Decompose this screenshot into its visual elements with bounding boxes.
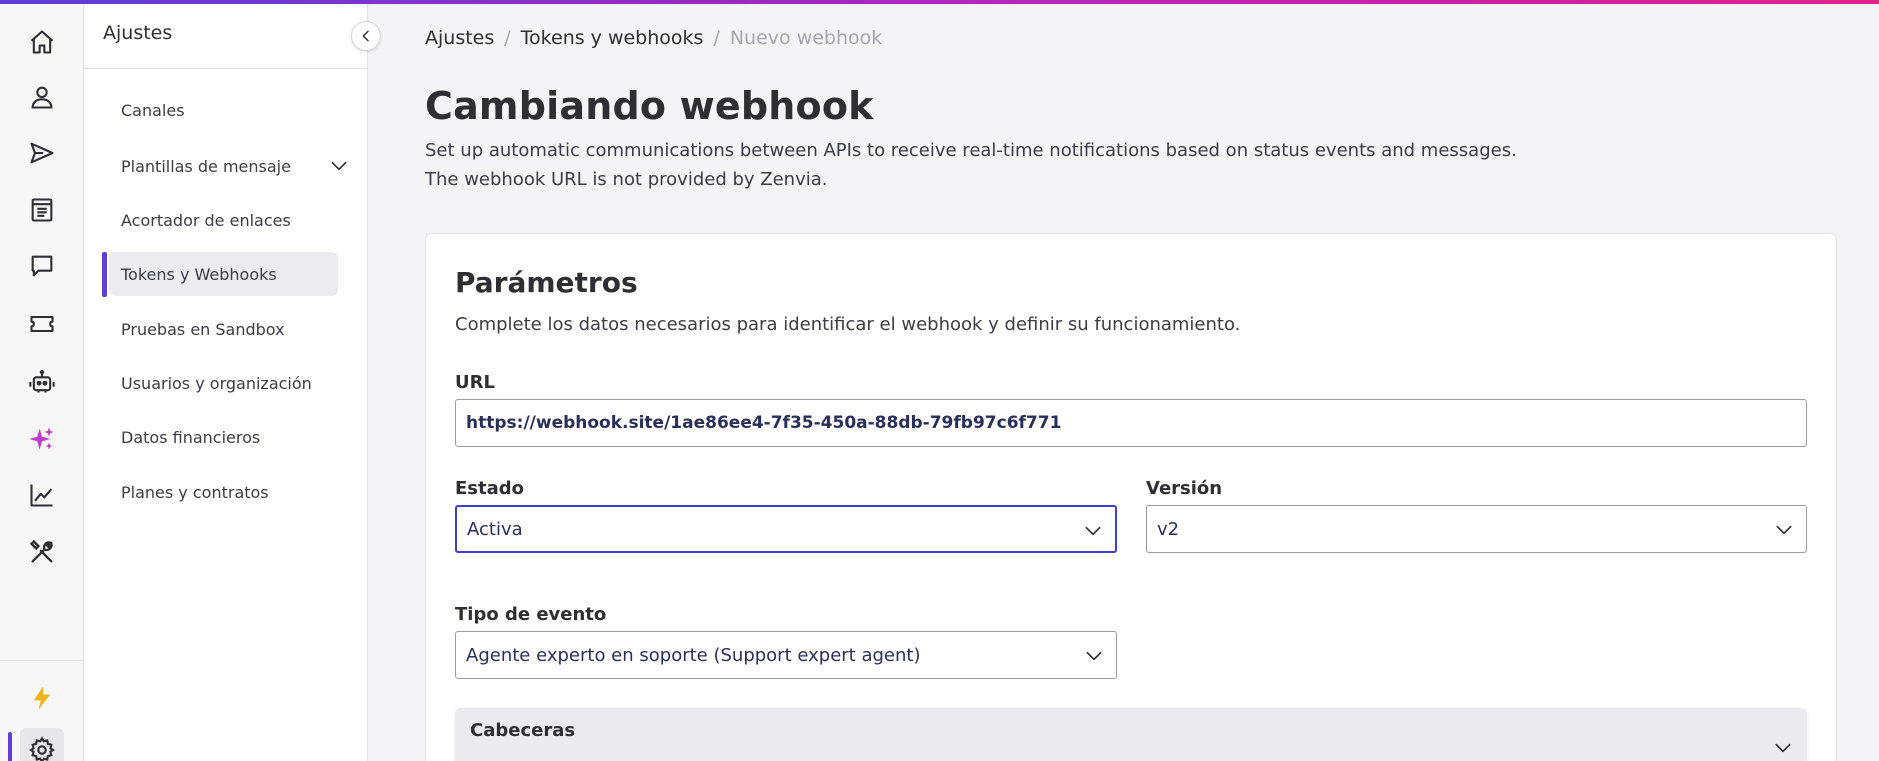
bolt-icon[interactable] bbox=[20, 676, 64, 720]
sidebar-item-tokens-webhooks[interactable]: Tokens y Webhooks bbox=[109, 252, 338, 296]
send-icon[interactable] bbox=[20, 131, 64, 175]
sidebar-item-label: Planes y contratos bbox=[121, 482, 269, 502]
sidebar-item-acortador[interactable]: Acortador de enlaces bbox=[104, 198, 338, 242]
sidebar-item-label: Plantillas de mensaje bbox=[121, 156, 291, 176]
breadcrumb: Ajustes / Tokens y webhooks / Nuevo webh… bbox=[425, 27, 882, 49]
chevron-down-icon bbox=[1776, 525, 1792, 535]
breadcrumb-tokens-webhooks[interactable]: Tokens y webhooks bbox=[521, 27, 704, 49]
chart-icon[interactable] bbox=[20, 473, 64, 517]
panel-divider bbox=[84, 68, 368, 69]
estado-value: Activa bbox=[467, 518, 523, 540]
collapse-panel-button[interactable] bbox=[351, 21, 381, 51]
ticket-icon[interactable] bbox=[20, 302, 64, 346]
parameters-title: Parámetros bbox=[455, 266, 638, 299]
parameters-card: Parámetros Complete los datos necesarios… bbox=[425, 233, 1837, 761]
chat-icon[interactable] bbox=[20, 244, 64, 288]
sidebar-item-label: Acortador de enlaces bbox=[121, 210, 291, 230]
icon-rail bbox=[0, 4, 84, 761]
user-icon[interactable] bbox=[20, 75, 64, 119]
chevron-down-icon bbox=[1086, 651, 1102, 661]
sidebar-item-plantillas[interactable]: Plantillas de mensaje bbox=[104, 144, 347, 188]
chevron-down-icon bbox=[1775, 743, 1791, 753]
estado-select[interactable]: Activa bbox=[455, 505, 1117, 553]
tipo-evento-value: Agente experto en soporte (Support exper… bbox=[466, 644, 921, 666]
breadcrumb-separator: / bbox=[713, 27, 720, 49]
cabeceras-label: Cabeceras bbox=[470, 720, 576, 741]
breadcrumb-ajustes[interactable]: Ajustes bbox=[425, 27, 494, 49]
page-title: Cambiando webhook bbox=[425, 84, 874, 128]
sidebar-item-planes[interactable]: Planes y contratos bbox=[104, 470, 338, 514]
sidebar-item-sandbox[interactable]: Pruebas en Sandbox bbox=[104, 307, 338, 351]
sidebar-item-datos-financieros[interactable]: Datos financieros bbox=[104, 415, 338, 459]
sidebar-active-indicator bbox=[102, 252, 107, 297]
sidebar-item-label: Datos financieros bbox=[121, 427, 261, 447]
breadcrumb-separator: / bbox=[504, 27, 511, 49]
sidebar-item-label: Tokens y Webhooks bbox=[121, 264, 277, 284]
tipo-evento-select[interactable]: Agente experto en soporte (Support exper… bbox=[455, 631, 1117, 679]
cabeceras-accordion[interactable]: Cabeceras bbox=[455, 708, 1807, 761]
estado-label: Estado bbox=[455, 478, 525, 499]
chevron-left-icon bbox=[362, 30, 369, 42]
settings-panel: Ajustes Canales Plantillas de mensaje Ac… bbox=[84, 4, 381, 761]
rail-active-indicator bbox=[8, 732, 12, 761]
page-description-note: The webhook URL is not provided by Zenvi… bbox=[425, 169, 828, 190]
version-select[interactable]: v2 bbox=[1146, 505, 1807, 553]
sidebar-item-label: Pruebas en Sandbox bbox=[121, 319, 285, 339]
sidebar-item-canales[interactable]: Canales bbox=[104, 88, 338, 132]
tipo-evento-label: Tipo de evento bbox=[455, 604, 607, 625]
url-value: https://webhook.site/1ae86ee4-7f35-450a-… bbox=[466, 413, 1062, 433]
gear-icon[interactable] bbox=[20, 728, 64, 761]
sidebar-item-usuarios[interactable]: Usuarios y organización bbox=[104, 361, 338, 405]
home-icon[interactable] bbox=[20, 20, 64, 64]
sidebar-item-label: Usuarios y organización bbox=[121, 373, 312, 393]
version-value: v2 bbox=[1157, 518, 1180, 540]
chevron-down-icon bbox=[331, 161, 347, 171]
url-label: URL bbox=[455, 372, 495, 393]
settings-panel-title: Ajustes bbox=[103, 22, 173, 44]
parameters-subtitle: Complete los datos necesarios para ident… bbox=[455, 314, 1241, 335]
page-description: Set up automatic communications between … bbox=[425, 140, 1517, 161]
rail-divider bbox=[0, 660, 84, 661]
sparkles-icon[interactable] bbox=[20, 417, 64, 461]
sidebar-item-label: Canales bbox=[121, 100, 185, 120]
robot-icon[interactable] bbox=[20, 360, 64, 404]
breadcrumb-current: Nuevo webhook bbox=[729, 27, 883, 49]
tools-icon[interactable] bbox=[20, 530, 64, 574]
chevron-down-icon bbox=[1085, 526, 1101, 536]
document-icon[interactable] bbox=[20, 188, 64, 232]
url-field[interactable]: https://webhook.site/1ae86ee4-7f35-450a-… bbox=[455, 399, 1807, 447]
version-label: Versión bbox=[1146, 478, 1223, 499]
